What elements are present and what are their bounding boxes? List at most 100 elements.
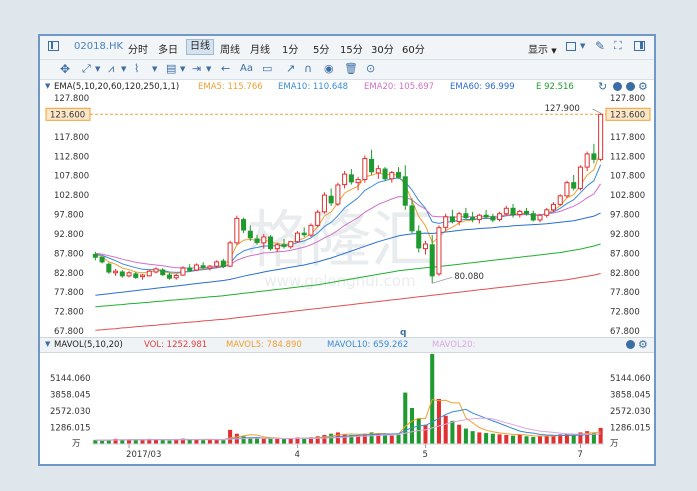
- candle-body: [166, 274, 172, 279]
- volume-bar: [463, 428, 468, 444]
- candle-body: [241, 219, 247, 231]
- volume-bar: [436, 399, 441, 444]
- volume-bar: [261, 438, 266, 444]
- price-tick-left: 117.800: [54, 133, 89, 143]
- candle: [497, 211, 503, 222]
- candle: [436, 225, 442, 276]
- candle-body: [510, 207, 516, 215]
- volume-tick-left: 2572.030: [50, 407, 91, 417]
- candle-body: [530, 213, 536, 221]
- candle-body: [470, 217, 476, 220]
- candle-body: [375, 168, 381, 174]
- candle-body: [214, 261, 220, 267]
- candle-body: [355, 179, 361, 184]
- volume-bar: [160, 440, 165, 444]
- candle-body: [173, 274, 179, 279]
- candle-body: [106, 263, 112, 273]
- price-tick-left: 92.800: [54, 230, 84, 240]
- candle-body: [598, 113, 604, 160]
- candle-body: [497, 213, 503, 221]
- price-tick-right: 102.800: [610, 191, 645, 201]
- candle-body: [436, 227, 442, 275]
- candle-body: [476, 214, 482, 221]
- candle-body: [456, 213, 462, 222]
- candle-body: [537, 214, 543, 221]
- volume-bar: [403, 392, 408, 444]
- candle: [577, 165, 583, 191]
- price-tick-left: 67.800: [54, 327, 84, 337]
- current-price-right: 123.600: [610, 110, 645, 120]
- kline-chart[interactable]: 格隆汇www.gelonghui.com127.800127.800122.80…: [40, 36, 654, 464]
- price-tick-left: 87.800: [54, 249, 84, 259]
- price-tick-left: 102.800: [54, 191, 89, 201]
- volume-bar: [383, 435, 388, 444]
- candle-body: [268, 236, 274, 250]
- volume-bar: [214, 439, 219, 444]
- price-tick-right: 72.800: [610, 308, 640, 318]
- candle-body: [335, 184, 341, 205]
- candle-body: [463, 213, 469, 219]
- volume-unit-left: 万: [72, 439, 81, 449]
- candle: [321, 192, 327, 214]
- candle: [234, 215, 240, 245]
- volume-bar: [524, 436, 529, 444]
- price-tick-right: 117.800: [610, 133, 645, 143]
- candle-body: [281, 244, 287, 247]
- price-tick-left: 107.800: [54, 172, 89, 182]
- candle-body: [133, 273, 139, 278]
- candle: [227, 240, 233, 267]
- candle-body: [348, 174, 354, 183]
- candle: [315, 209, 321, 228]
- price-tick-right: 127.800: [610, 94, 645, 104]
- candle-body: [294, 232, 300, 243]
- candle-body: [369, 158, 375, 173]
- price-tick-left: 97.800: [54, 211, 84, 221]
- mavol-line-mavol5: [95, 398, 601, 441]
- candle: [335, 182, 341, 206]
- date-label: 2017/03: [126, 450, 161, 460]
- candle-body: [571, 182, 577, 189]
- candle-body: [119, 271, 125, 277]
- volume-bar: [133, 440, 138, 444]
- volume-bar: [443, 415, 448, 444]
- price-tick-right: 77.800: [610, 288, 640, 298]
- candle-body: [301, 232, 307, 236]
- price-tick-right: 67.800: [610, 327, 640, 337]
- candle: [193, 263, 199, 272]
- candle-body: [557, 195, 563, 205]
- candle-body: [577, 166, 583, 189]
- volume-bar: [544, 435, 549, 444]
- candle-body: [193, 264, 199, 271]
- low-price-label: 80.080: [454, 272, 484, 282]
- price-tick-left: 127.800: [54, 94, 89, 104]
- candle-body: [146, 270, 152, 277]
- chart-window: 02018.HK 分时 多日 日线 周线 月线 1分 5分 15分 30分 60…: [38, 34, 656, 466]
- candle: [294, 231, 300, 243]
- volume-tick-right: 1286.015: [610, 423, 651, 433]
- candle-body: [321, 194, 327, 213]
- event-marker: q: [400, 328, 406, 338]
- candle-body: [187, 267, 193, 271]
- candle-body: [180, 267, 186, 276]
- volume-tick-right: 5144.060: [610, 374, 651, 384]
- volume-bar: [93, 440, 98, 444]
- candle-body: [234, 217, 240, 244]
- price-tick-right: 107.800: [610, 172, 645, 182]
- price-tick-left: 72.800: [54, 308, 84, 318]
- candle-body: [362, 158, 368, 181]
- candle-body: [328, 195, 334, 204]
- candle-body: [288, 241, 294, 248]
- candle-body: [308, 224, 314, 236]
- volume-tick-left: 1286.015: [50, 423, 91, 433]
- volume-bar: [423, 424, 428, 444]
- candle-body: [544, 209, 550, 216]
- volume-bar: [504, 435, 509, 444]
- price-tick-right: 97.800: [610, 211, 640, 221]
- candle-body: [126, 272, 132, 277]
- volume-bar: [490, 433, 495, 444]
- volume-bar: [598, 427, 603, 444]
- price-tick-right: 87.800: [610, 249, 640, 259]
- volume-bar: [281, 439, 287, 444]
- volume-bar: [409, 408, 415, 444]
- price-tick-left: 82.800: [54, 269, 84, 279]
